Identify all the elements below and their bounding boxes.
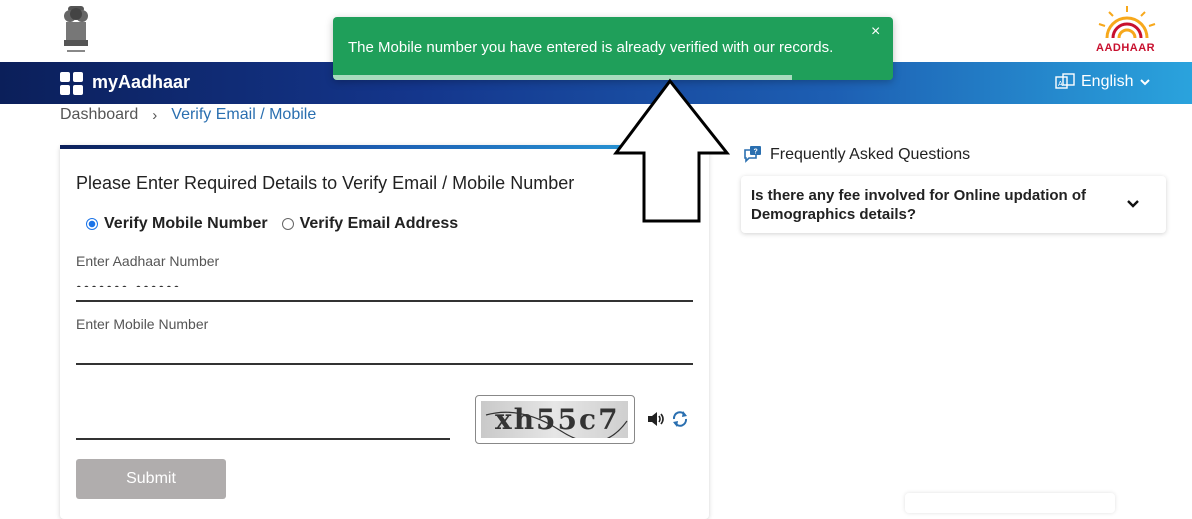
audio-captcha-icon[interactable] <box>646 409 666 429</box>
breadcrumb: Dashboard › Verify Email / Mobile <box>60 106 316 124</box>
svg-text:A: A <box>1058 81 1063 88</box>
radio-email-label: Verify Email Address <box>299 215 459 232</box>
mobile-number-label: Enter Mobile Number <box>76 316 209 332</box>
faq-heading-text: Frequently Asked Questions <box>770 146 971 163</box>
faq-item[interactable]: Is there any fee involved for Online upd… <box>741 176 1166 233</box>
aadhaar-logo-text: AADHAAR <box>1096 42 1156 54</box>
close-icon[interactable]: × <box>871 24 880 40</box>
brand-name[interactable]: myAadhaar <box>92 72 190 93</box>
faq-question: Is there any fee involved for Online upd… <box>751 187 1087 223</box>
radio-verify-mobile[interactable]: Verify Mobile Number <box>86 215 268 233</box>
success-toast: The Mobile number you have entered is al… <box>333 17 893 80</box>
breadcrumb-current: Verify Email / Mobile <box>171 106 317 123</box>
radio-verify-email[interactable]: Verify Email Address <box>281 215 459 233</box>
language-selector[interactable]: A English <box>1055 73 1151 91</box>
faq-chat-icon: ? <box>744 146 761 163</box>
breadcrumb-separator: › <box>152 106 158 124</box>
aadhaar-number-label: Enter Aadhaar Number <box>76 253 220 269</box>
faq-heading: ? Frequently Asked Questions <box>742 145 970 165</box>
grid-icon[interactable] <box>60 72 84 96</box>
aadhaar-number-input[interactable]: ••••••• •••••• <box>76 278 181 287</box>
captcha-noise <box>485 411 628 438</box>
captcha-input[interactable] <box>76 438 450 440</box>
state-emblem-icon <box>64 6 88 52</box>
radio-mobile-label: Verify Mobile Number <box>104 215 268 232</box>
translate-icon: A <box>1055 73 1075 89</box>
radio-button-unchecked[interactable] <box>281 218 294 230</box>
refresh-captcha-icon[interactable] <box>670 409 690 429</box>
aadhaar-number-underline <box>76 300 693 302</box>
partial-card <box>905 493 1115 513</box>
annotation-up-arrow-icon <box>613 78 731 223</box>
submit-button[interactable]: Submit <box>76 459 226 499</box>
chevron-down-icon <box>1140 79 1151 86</box>
captcha-image-box: xh55c7 <box>475 395 635 444</box>
language-label: English <box>1081 73 1134 90</box>
chevron-down-icon[interactable] <box>1125 196 1141 212</box>
mobile-number-input[interactable] <box>76 363 693 365</box>
radio-button-checked[interactable] <box>86 218 98 230</box>
toast-message: The Mobile number you have entered is al… <box>348 39 834 56</box>
verify-type-radio-group: Verify Mobile Number Verify Email Addres… <box>86 215 472 233</box>
form-title: Please Enter Required Details to Verify … <box>76 173 575 193</box>
svg-text:?: ? <box>754 149 758 156</box>
breadcrumb-dashboard[interactable]: Dashboard <box>60 106 138 124</box>
captcha-image: xh55c7 <box>481 401 628 438</box>
